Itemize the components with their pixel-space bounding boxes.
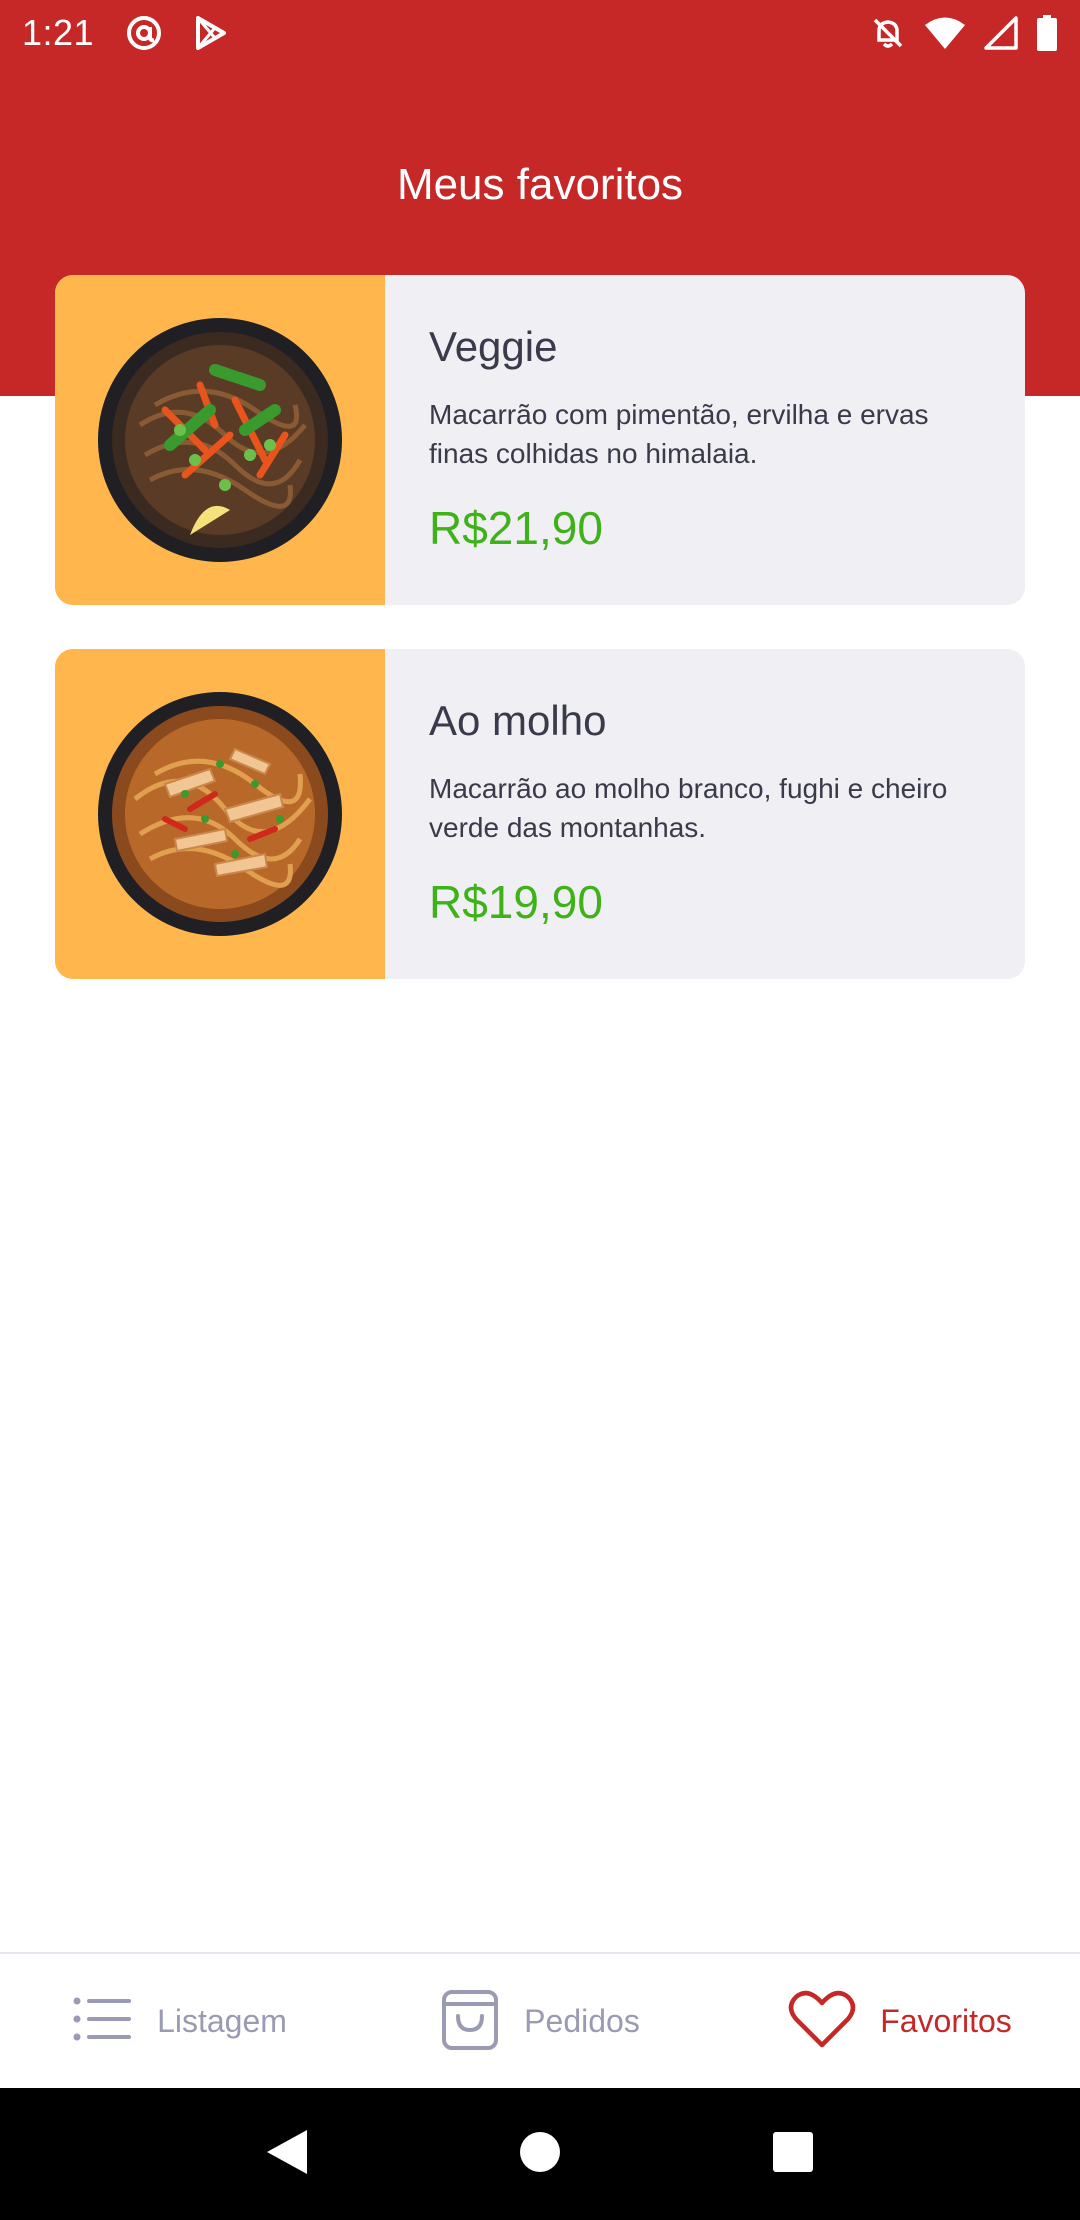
bottom-navigation: Listagem Pedidos Favoritos [0, 1952, 1080, 2088]
item-price: R$21,90 [429, 502, 603, 554]
nav-item-favoritos[interactable]: Favoritos [720, 1954, 1080, 2088]
cell-signal-icon [984, 16, 1018, 50]
nav-label-favoritos: Favoritos [880, 2002, 1012, 2039]
favorite-item-card[interactable]: Ao molho Macarrão ao molho branco, fughi… [55, 649, 1025, 979]
system-navigation-bar [0, 2088, 1080, 2220]
favorite-item-details: Veggie Macarrão com pimentão, ervilha e … [385, 275, 1025, 605]
noodle-bowl-veggie-image [55, 275, 385, 605]
back-button[interactable] [257, 2124, 317, 2184]
shopping-bag-icon [440, 1986, 500, 2057]
recents-button[interactable] [763, 2124, 823, 2184]
nav-item-listagem[interactable]: Listagem [0, 1954, 360, 2088]
battery-icon [1036, 15, 1058, 51]
play-store-notification-icon [194, 15, 228, 51]
item-description: Macarrão ao molho branco, fughi e cheiro… [429, 773, 948, 843]
nav-label-pedidos: Pedidos [524, 2002, 640, 2039]
favorite-item-card[interactable]: Veggie Macarrão com pimentão, ervilha e … [55, 275, 1025, 605]
recents-square-icon [773, 2131, 814, 2177]
page-title: Meus favoritos [396, 160, 684, 209]
status-bar: 1:21 [0, 0, 1080, 66]
item-title: Ao molho [429, 697, 607, 744]
home-button[interactable] [510, 2124, 570, 2184]
wifi-icon [924, 16, 966, 50]
heart-icon [788, 1989, 856, 2054]
status-right [870, 15, 1058, 51]
item-price: R$19,90 [429, 876, 603, 928]
favorites-screen: 1:21 Meus favoritos Veggie Macarrão com … [0, 0, 1080, 2220]
notifications-off-icon [870, 15, 906, 51]
nav-label-listagem: Listagem [157, 2002, 287, 2039]
status-time: 1:21 [22, 12, 95, 53]
noodle-bowl-sauce-image [55, 649, 385, 979]
nav-item-pedidos[interactable]: Pedidos [360, 1954, 720, 2088]
favorite-item-details: Ao molho Macarrão ao molho branco, fughi… [385, 649, 1025, 979]
status-left: 1:21 [22, 12, 228, 54]
back-triangle-icon [265, 2128, 309, 2181]
list-icon [73, 1996, 133, 2047]
item-description: Macarrão com pimentão, ervilha e ervas f… [429, 399, 929, 469]
item-title: Veggie [429, 323, 558, 370]
at-sign-notification-icon [124, 13, 164, 53]
home-circle-icon [519, 2131, 561, 2178]
